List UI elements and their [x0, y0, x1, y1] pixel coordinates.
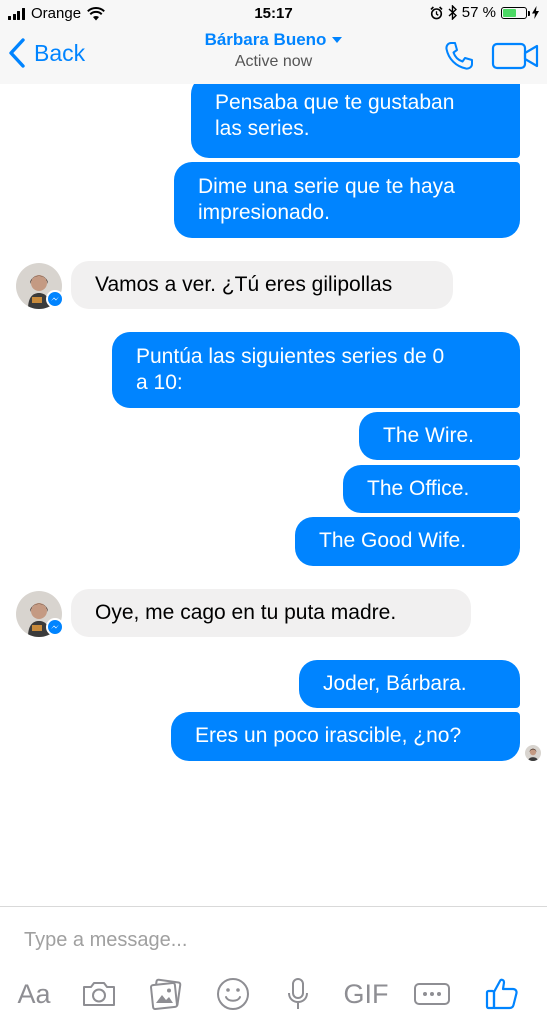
composer: Aa — [0, 906, 547, 1024]
contact-name-text: Bárbara Bueno — [204, 30, 327, 49]
messenger-badge-icon — [46, 618, 64, 636]
thumbs-up-icon — [485, 978, 518, 1010]
voice-button[interactable] — [284, 977, 312, 1011]
message-bubble-outgoing[interactable]: Eres un poco irascible, ¿no? — [171, 712, 520, 761]
message-text: The Good Wife. — [319, 529, 467, 552]
message-list[interactable]: Pensaba que te gustaban las series. Dime… — [0, 84, 547, 906]
gif-button[interactable]: GIF — [342, 977, 390, 1011]
message-text: Eres un poco irascible, ¿no? — [195, 724, 462, 747]
camera-icon — [83, 982, 115, 1006]
composer-toolbar: Aa GIF — [0, 969, 547, 1019]
emoji-button[interactable] — [215, 977, 251, 1011]
alarm-icon — [430, 5, 443, 19]
battery-percentage: 57 % — [461, 4, 496, 21]
back-label: Back — [34, 39, 86, 66]
message-text: Vamos a ver. ¿Tú eres gilipollas — [95, 273, 393, 296]
gif-label: GIF — [343, 978, 389, 1009]
emoji-icon — [217, 978, 249, 1010]
video-camera-icon[interactable] — [491, 42, 539, 70]
battery-level-fill — [503, 8, 516, 17]
gallery-button[interactable] — [148, 977, 184, 1011]
message-text: Oye, me cago en tu puta madre. — [95, 601, 397, 624]
message-bubble-outgoing[interactable]: Pensaba que te gustaban las series. — [191, 84, 520, 158]
message-text: The Office. — [367, 477, 470, 500]
message-bubble-outgoing[interactable]: Puntúa las siguientes series de 0 a 10: — [112, 332, 520, 408]
conversation-header: Back Bárbara Bueno Active now — [0, 28, 547, 84]
message-bubble-incoming[interactable]: Vamos a ver. ¿Tú eres gilipollas — [71, 261, 453, 309]
conversation-title[interactable]: Bárbara Bueno Active now — [150, 28, 397, 71]
message-text: Joder, Bárbara. — [323, 672, 467, 695]
messenger-badge-icon — [46, 290, 64, 308]
like-button[interactable] — [484, 977, 520, 1011]
text-format-button[interactable]: Aa — [14, 977, 54, 1011]
text-format-label: Aa — [17, 978, 51, 1009]
gallery-icon — [150, 978, 182, 1010]
message-text: Puntúa las siguientes series de 0 a 10: — [136, 345, 445, 394]
more-icon — [414, 983, 450, 1005]
back-button[interactable]: Back — [8, 38, 85, 68]
active-status: Active now — [234, 53, 313, 70]
message-bubble-outgoing[interactable]: The Wire. — [359, 412, 520, 460]
message-bubble-incoming[interactable]: Oye, me cago en tu puta madre. — [71, 589, 471, 637]
bluetooth-icon — [448, 5, 457, 20]
message-bubble-outgoing[interactable]: The Office. — [343, 465, 520, 513]
message-bubble-outgoing[interactable]: Dime una serie que te haya impresionado. — [174, 162, 520, 238]
seen-avatar — [525, 745, 541, 761]
message-input[interactable] — [24, 925, 524, 955]
contact-name[interactable]: Bárbara Bueno — [205, 30, 343, 50]
message-text: Pensaba que te gustaban las series. — [215, 91, 455, 140]
message-bubble-outgoing[interactable]: Joder, Bárbara. — [299, 660, 520, 708]
status-bar: Orange 15:17 57 % — [0, 0, 547, 28]
microphone-icon — [288, 978, 308, 1009]
status-right: 57 % — [430, 4, 539, 21]
charging-icon — [532, 6, 539, 19]
battery-icon — [501, 6, 530, 19]
message-bubble-outgoing[interactable]: The Good Wife. — [295, 517, 520, 566]
more-options-button[interactable] — [413, 977, 451, 1011]
camera-button[interactable] — [80, 977, 118, 1011]
chevron-left-icon — [9, 38, 25, 68]
phone-icon[interactable] — [443, 40, 475, 72]
chevron-down-icon — [332, 37, 343, 43]
message-text: Dime una serie que te haya impresionado. — [198, 175, 455, 224]
message-text: The Wire. — [383, 424, 475, 447]
